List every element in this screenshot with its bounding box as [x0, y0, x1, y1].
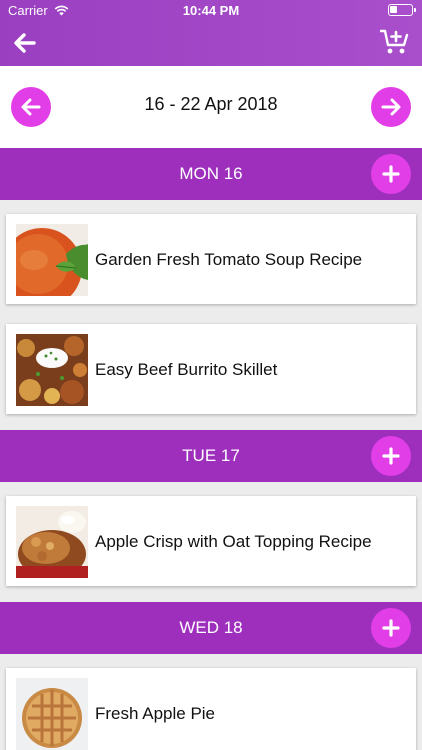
recipe-card[interactable]: Garden Fresh Tomato Soup Recipe [6, 214, 416, 304]
day-label: MON 16 [179, 164, 243, 183]
recipe-thumbnail [16, 334, 88, 406]
recipe-title: Easy Beef Burrito Skillet [95, 360, 278, 379]
recipe-thumbnail [16, 224, 88, 296]
recipe-title: Fresh Apple Pie [95, 704, 216, 723]
next-week-button[interactable] [371, 87, 411, 127]
recipe-card[interactable]: Fresh Apple Pie [6, 668, 416, 750]
week-selector: 16 - 22 Apr 2018 [0, 66, 422, 148]
add-recipe-button[interactable] [371, 436, 411, 476]
add-recipe-button[interactable] [371, 608, 411, 648]
back-button[interactable] [12, 30, 38, 56]
day-header-mon: MON 16 [0, 148, 422, 200]
recipe-card[interactable]: Apple Crisp with Oat Topping Recipe [6, 496, 416, 586]
plus-icon [382, 165, 400, 183]
status-time: 10:44 PM [182, 3, 240, 18]
previous-week-button[interactable] [11, 87, 51, 127]
day-label: TUE 17 [182, 446, 240, 465]
recipe-card[interactable]: Easy Beef Burrito Skillet [6, 324, 416, 414]
plus-icon [382, 447, 400, 465]
day-header-tue: TUE 17 [0, 430, 422, 482]
arrow-left-icon [14, 33, 36, 53]
arrow-left-icon [21, 98, 41, 116]
cart-button[interactable] [379, 28, 410, 56]
app-header: Carrier 10:44 PM [0, 0, 422, 66]
recipe-title: Apple Crisp with Oat Topping Recipe [95, 532, 372, 551]
status-bar: Carrier 10:44 PM [0, 0, 422, 22]
recipe-title: Garden Fresh Tomato Soup Recipe [95, 250, 363, 269]
day-header-wed: WED 18 [0, 602, 422, 654]
recipe-thumbnail [16, 506, 88, 578]
battery-icon [388, 4, 416, 16]
week-range-label: 16 - 22 Apr 2018 [144, 94, 278, 114]
plus-icon [382, 619, 400, 637]
cart-plus-icon [379, 29, 409, 54]
day-label: WED 18 [179, 618, 243, 637]
recipe-thumbnail [16, 678, 88, 750]
arrow-right-icon [381, 98, 401, 116]
add-recipe-button[interactable] [371, 154, 411, 194]
